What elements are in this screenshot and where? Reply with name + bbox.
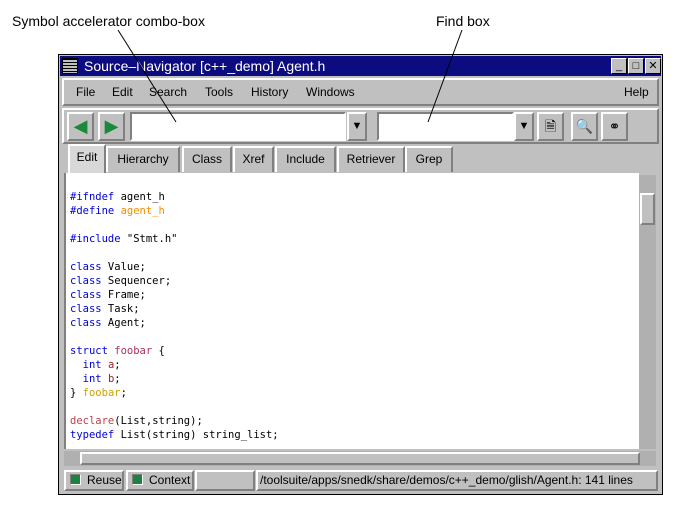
find-pointer-line <box>427 29 463 123</box>
combo-pointer-line <box>117 29 177 123</box>
annotation-lines <box>117 29 463 123</box>
